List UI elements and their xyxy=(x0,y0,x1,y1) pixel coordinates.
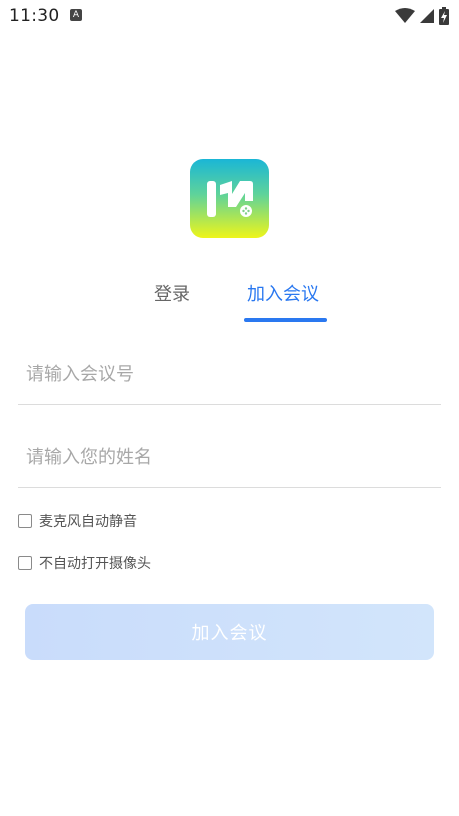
mute-microphone-checkbox[interactable] xyxy=(18,514,32,528)
camera-off-option[interactable]: 不自动打开摄像头 xyxy=(18,553,151,573)
mute-microphone-option[interactable]: 麦克风自动静音 xyxy=(18,511,137,531)
join-meeting-button[interactable]: 加入会议 xyxy=(25,604,434,660)
camera-off-label: 不自动打开摄像头 xyxy=(39,556,151,572)
meeting-number-input[interactable] xyxy=(26,359,426,389)
status-icons xyxy=(395,6,449,26)
status-bar: 11:30 A xyxy=(0,0,459,32)
mute-microphone-label: 麦克风自动静音 xyxy=(39,514,137,530)
app-logo-icon xyxy=(190,159,269,238)
tab-join-meeting[interactable]: 加入会议 xyxy=(247,280,319,306)
notification-a-icon: A xyxy=(70,9,82,21)
battery-icon xyxy=(439,7,449,25)
active-tab-indicator xyxy=(244,318,327,322)
meeting-number-field-container xyxy=(18,345,441,405)
status-time: 11:30 xyxy=(9,6,60,26)
wifi-icon xyxy=(395,8,415,23)
signal-icon xyxy=(420,9,434,23)
camera-off-checkbox[interactable] xyxy=(18,556,32,570)
tab-login[interactable]: 登录 xyxy=(154,280,190,306)
name-input[interactable] xyxy=(26,442,426,472)
name-field-container xyxy=(18,428,441,488)
